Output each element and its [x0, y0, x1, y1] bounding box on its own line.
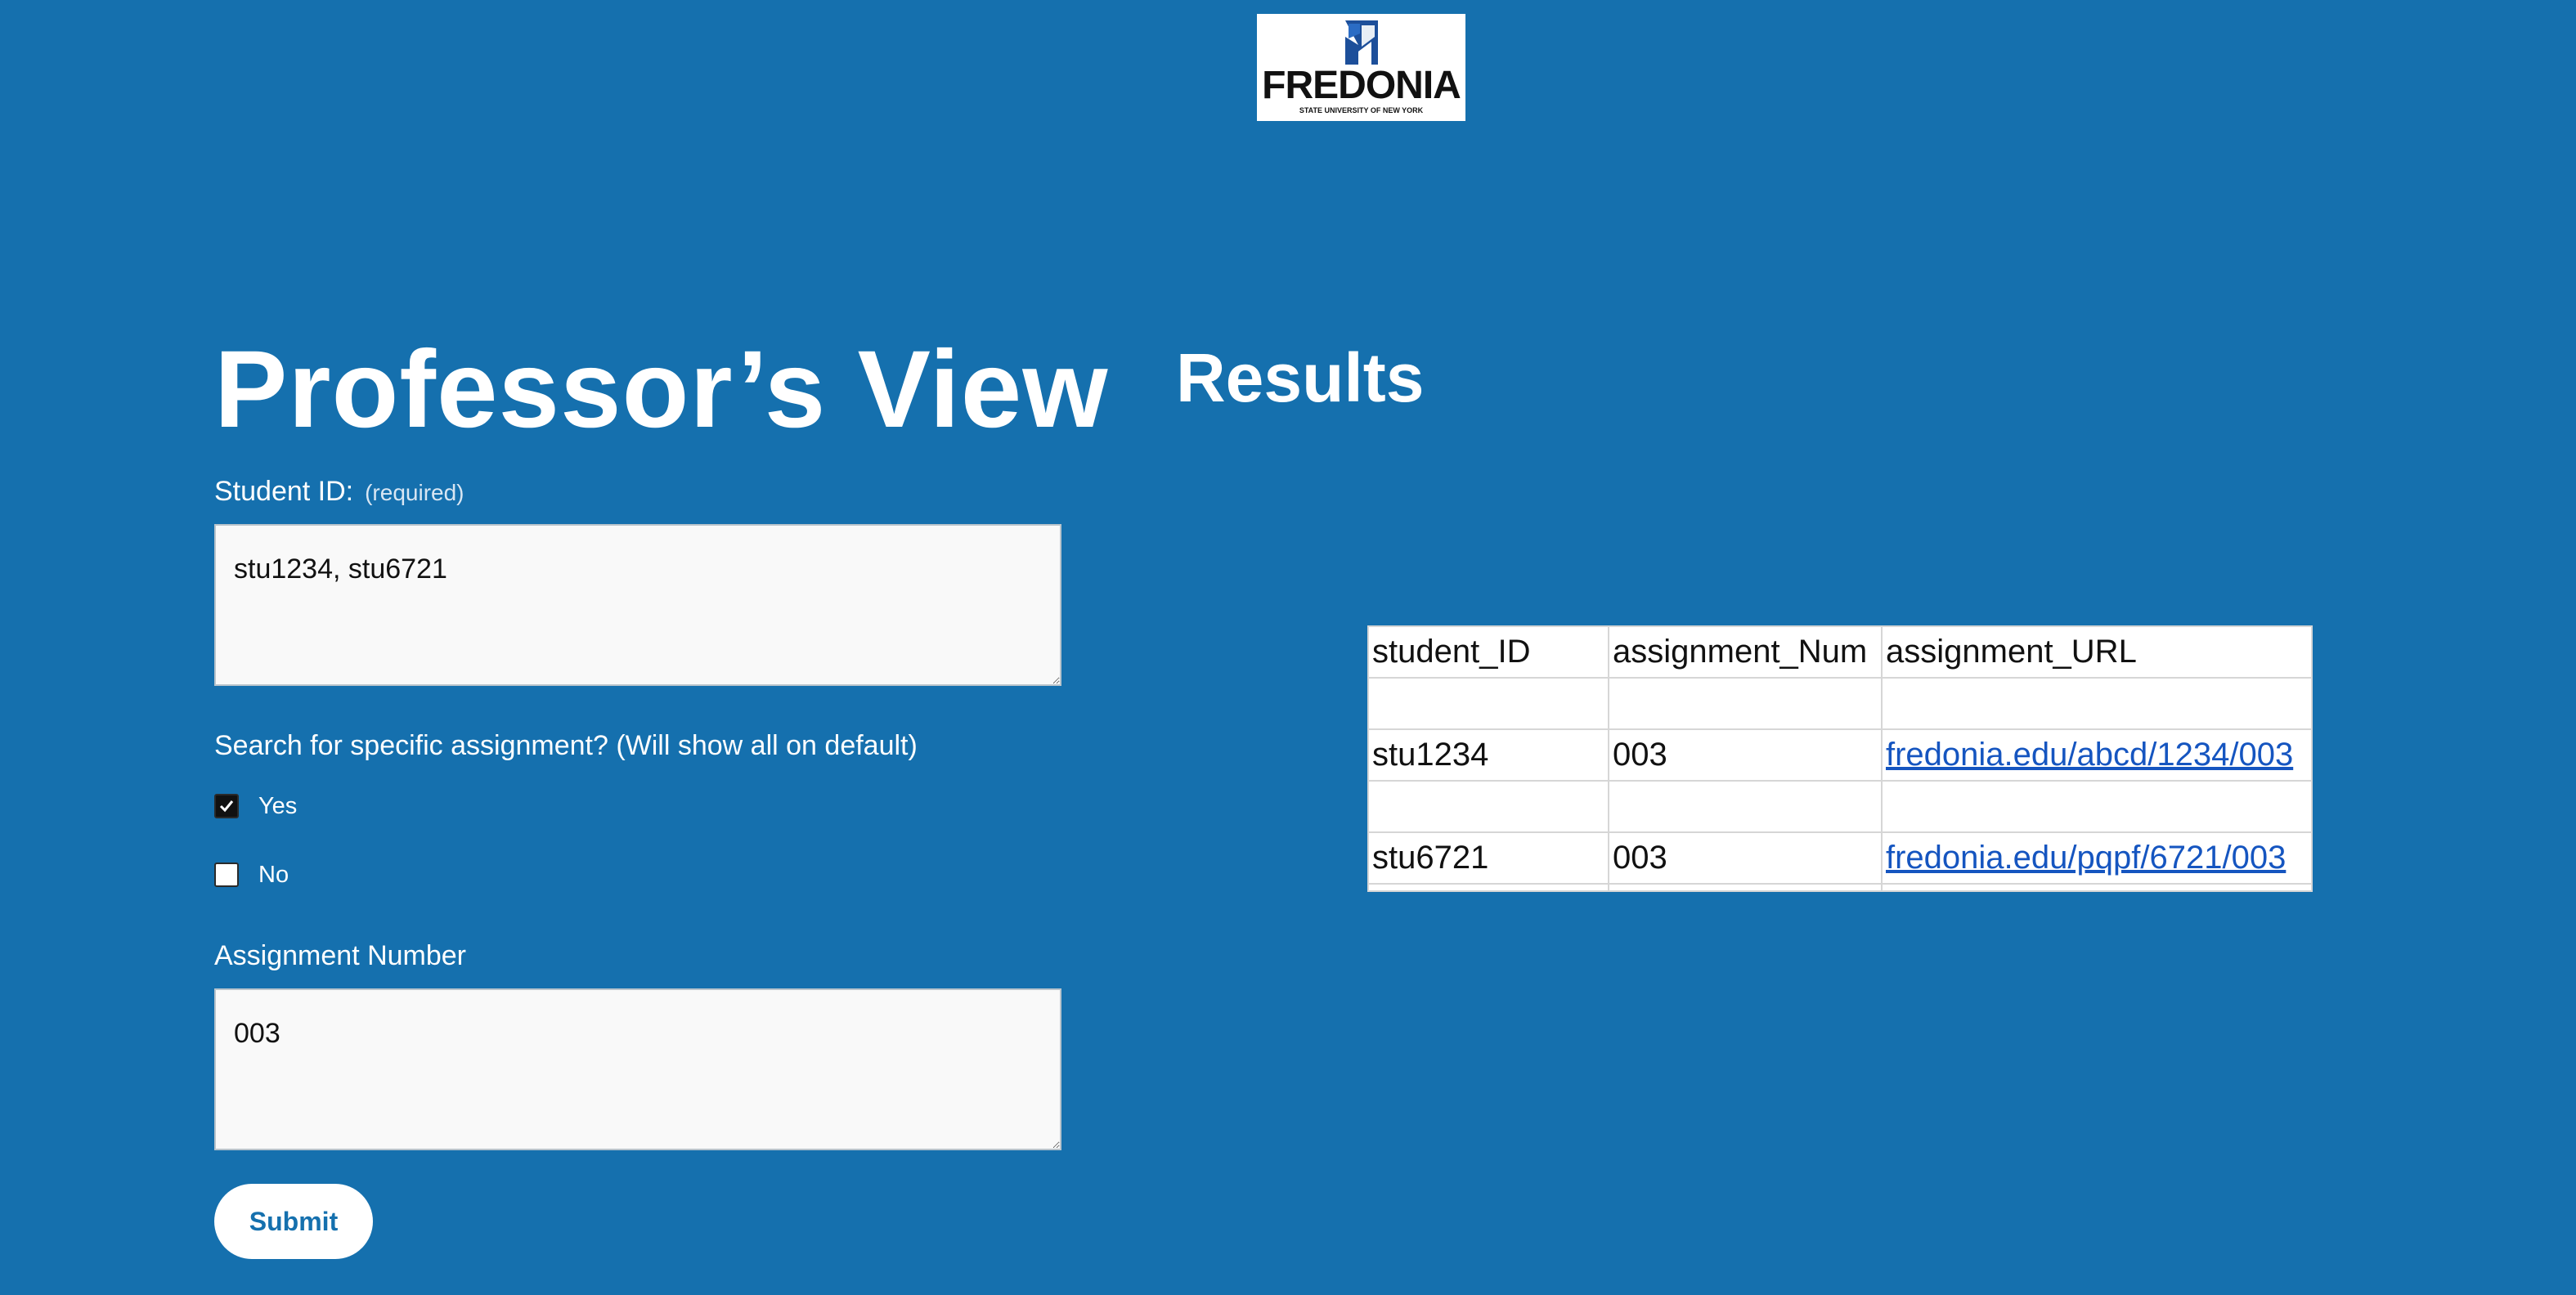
table-row: stu1234 003 fredonia.edu/abcd/1234/003 — [1367, 728, 2313, 782]
no-label[interactable]: No — [258, 862, 289, 889]
fredonia-mark-icon — [1345, 20, 1378, 65]
assignment-url-cell: fredonia.edu/pqpf/6721/003 — [1881, 831, 2313, 885]
assignment-num-cell: 003 — [1608, 831, 1883, 885]
assignment-url-link[interactable]: fredonia.edu/pqpf/6721/003 — [1886, 840, 2286, 876]
column-header-assignment-url: assignment_URL — [1881, 625, 2313, 679]
checkmark-icon — [219, 800, 234, 813]
logo-subtitle: STATE UNIVERSITY OF NEW YORK — [1299, 106, 1424, 114]
student-id-label-text: Student ID: — [214, 476, 354, 507]
column-header-assignment-num: assignment_Num — [1608, 625, 1883, 679]
yes-label[interactable]: Yes — [258, 793, 297, 820]
option-no[interactable]: No — [214, 862, 289, 888]
no-checkbox[interactable] — [214, 863, 239, 887]
assignment-url-link[interactable]: fredonia.edu/abcd/1234/003 — [1886, 737, 2293, 773]
student-id-cell: stu1234 — [1367, 728, 1609, 782]
assignment-number-input[interactable] — [214, 988, 1061, 1150]
column-header-student-id: student_ID — [1367, 625, 1609, 679]
page-title: Professor’s View — [214, 329, 1109, 450]
option-yes[interactable]: Yes — [214, 793, 297, 819]
table-cell — [1367, 780, 1609, 833]
student-id-cell: stu6721 — [1367, 831, 1609, 885]
required-hint: (required) — [365, 480, 464, 505]
table-row: stu6721 003 fredonia.edu/pqpf/6721/003 — [1367, 831, 2313, 885]
table-row — [1367, 780, 2313, 833]
logo-wordmark: FREDONIA — [1262, 64, 1461, 107]
table-cell — [1608, 677, 1883, 730]
table-cell — [1608, 780, 1883, 833]
table-row-partial — [1367, 883, 2313, 892]
table-row — [1367, 677, 2313, 730]
table-cell — [1367, 677, 1609, 730]
student-id-input[interactable] — [214, 524, 1061, 686]
yes-checkbox[interactable] — [214, 794, 239, 818]
assignment-number-label: Assignment Number — [214, 940, 467, 971]
assignment-url-cell: fredonia.edu/abcd/1234/003 — [1881, 728, 2313, 782]
table-cell — [1881, 780, 2313, 833]
table-cell — [1881, 677, 2313, 730]
results-header-row: student_ID assignment_Num assignment_URL — [1367, 625, 2313, 679]
results-table: student_ID assignment_Num assignment_URL… — [1367, 625, 2313, 892]
assignment-search-question: Search for specific assignment? (Will sh… — [214, 730, 918, 761]
submit-button[interactable]: Submit — [214, 1184, 373, 1259]
student-id-label: Student ID: (required) — [214, 477, 464, 505]
results-title: Results — [1176, 339, 1425, 416]
assignment-num-cell: 003 — [1608, 728, 1883, 782]
fredonia-logo: FREDONIA STATE UNIVERSITY OF NEW YORK — [1257, 14, 1465, 121]
